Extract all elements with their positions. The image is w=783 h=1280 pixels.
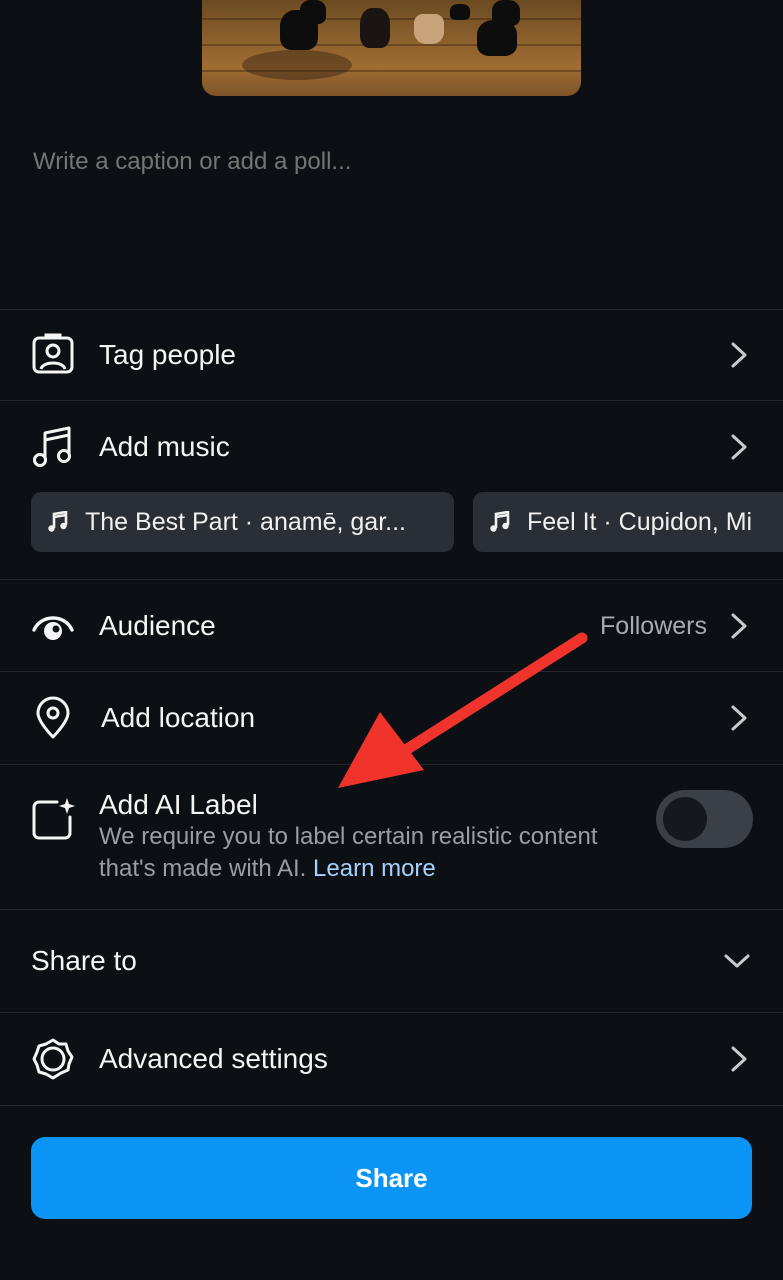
ai-sparkle-icon [31, 797, 75, 841]
annotation-arrow-icon [338, 632, 588, 788]
chevron-down-icon [724, 954, 750, 968]
chevron-right-icon [731, 1046, 747, 1072]
photo-shoe [300, 0, 326, 24]
photo-shoe [492, 0, 520, 26]
photo-shoe [360, 8, 390, 48]
settings-gear-icon [31, 1037, 75, 1081]
audience-label: Audience [99, 610, 216, 641]
add-music-label: Add music [99, 431, 230, 462]
advanced-settings-label: Advanced settings [99, 1043, 328, 1074]
location-pin-icon [31, 696, 75, 740]
toggle-knob [663, 797, 707, 841]
music-chip[interactable]: The Best Part · anamē, gar... [31, 492, 454, 552]
audience-value: Followers [600, 611, 707, 640]
post-photo-preview[interactable] [202, 0, 581, 96]
share-to-label: Share to [31, 945, 137, 976]
music-notes-icon [31, 425, 75, 469]
tag-people-row[interactable]: Tag people [0, 310, 783, 400]
divider [0, 400, 783, 401]
music-chip-text: The Best Part · anamē, gar... [85, 507, 406, 536]
chevron-right-icon [731, 342, 747, 368]
caption-input[interactable] [33, 148, 753, 176]
photo-shoe [450, 4, 470, 20]
photo-shoe [414, 14, 444, 44]
learn-more-link[interactable]: Learn more [313, 855, 436, 882]
tag-people-label: Tag people [99, 339, 237, 370]
divider [0, 1012, 783, 1013]
advanced-settings-row[interactable]: Advanced settings [0, 1014, 783, 1104]
music-chip[interactable]: Feel It · Cupidon, Mi [473, 492, 783, 552]
chevron-right-icon [731, 613, 747, 639]
tag-person-icon [31, 333, 75, 377]
music-suggestions: The Best Part · anamē, gar... Feel It · … [31, 492, 783, 552]
photo-shadow [242, 50, 352, 80]
share-button[interactable]: Share [31, 1137, 752, 1219]
ai-label-description: We require you to label certain realisti… [99, 821, 639, 885]
floor-plank [202, 18, 581, 20]
share-post-screen: Tag people Add music [0, 0, 783, 1280]
music-note-icon [490, 511, 510, 532]
divider [0, 579, 783, 580]
chevron-right-icon [731, 705, 747, 731]
music-note-icon [48, 511, 68, 532]
add-music-row[interactable]: Add music [0, 402, 783, 492]
chevron-right-icon [731, 434, 747, 460]
divider [0, 1105, 783, 1106]
eye-icon [31, 604, 75, 648]
ai-label-title: Add AI Label [99, 789, 258, 820]
ai-label-toggle[interactable] [656, 790, 753, 848]
share-to-row[interactable]: Share to [0, 910, 783, 1012]
music-chip-text: Feel It · Cupidon, Mi [527, 507, 753, 536]
add-location-label: Add location [101, 702, 256, 733]
floor-plank [202, 44, 581, 46]
